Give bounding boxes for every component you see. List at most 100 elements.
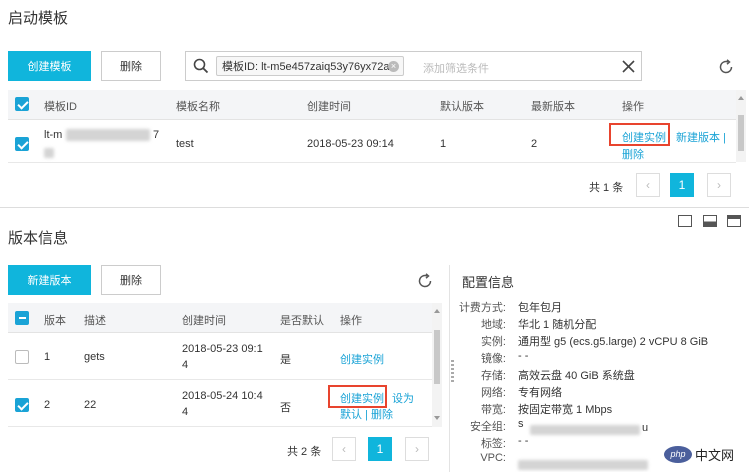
search-icon — [193, 58, 209, 74]
select-all-versions-checkbox[interactable] — [15, 311, 29, 325]
config-value: 按固定带宽 1 Mbps — [518, 404, 613, 416]
version-is-default: 是 — [280, 354, 291, 366]
config-title: 配置信息 — [462, 275, 515, 290]
config-value: 华北 1 随机分配 — [518, 319, 597, 331]
page-1-button[interactable]: 1 — [368, 437, 392, 461]
config-value: - - — [518, 350, 529, 362]
section-divider — [0, 207, 749, 208]
next-page-button[interactable]: › — [707, 173, 731, 197]
col-default-version: 默认版本 — [440, 101, 484, 113]
masked-template-id — [66, 129, 150, 141]
filter-bar[interactable]: 模板ID: lt-m5e457zaiq53y76yx72a × 添加筛选条件 — [185, 51, 642, 81]
masked-template-id-line2 — [44, 148, 54, 158]
splitter-handle-icon[interactable] — [451, 360, 454, 382]
tag-close-icon[interactable]: × — [388, 61, 399, 72]
col-version: 版本 — [44, 315, 66, 327]
select-all-checkbox[interactable] — [15, 97, 29, 111]
watermark-logo: php 中文网 — [664, 445, 734, 464]
template-id: lt-m — [44, 129, 63, 141]
new-version-button[interactable]: 新建版本 — [8, 265, 91, 295]
version-number: 2 — [44, 399, 51, 411]
col-actions: 操作 — [622, 101, 644, 113]
filter-input[interactable]: 添加筛选条件 — [423, 60, 489, 76]
col-is-default: 是否默认 — [280, 315, 324, 327]
delete-template-link[interactable]: 删除 — [622, 146, 644, 162]
row-checkbox[interactable] — [15, 398, 29, 412]
version-created: 2018-05-24 10:4 — [182, 390, 263, 402]
version-created-wrap: 4 — [182, 359, 189, 371]
config-value: 通用型 g5 (ecs.g5.large) 2 vCPU 8 GiB — [518, 336, 709, 348]
php-badge-icon: php — [664, 446, 692, 463]
layout-bottom-icon[interactable] — [727, 215, 741, 227]
config-key: 标签: — [480, 438, 506, 450]
template-id-suffix: 7 — [153, 129, 160, 141]
security-group-suffix: u — [642, 422, 649, 434]
col-template-id: 模板ID — [44, 101, 77, 113]
versions-refresh-icon[interactable] — [417, 273, 433, 289]
version-description: 22 — [84, 399, 97, 411]
col-template-name: 模板名称 — [176, 101, 220, 113]
config-key: 实例: — [480, 336, 506, 348]
page-1-button[interactable]: 1 — [670, 173, 694, 197]
filter-tag-label: 模板ID: lt-m5e457zaiq53y76yx72a — [222, 61, 390, 73]
template-created: 2018-05-23 09:14 — [307, 138, 394, 150]
config-key: VPC: — [480, 452, 506, 464]
row-checkbox[interactable] — [15, 137, 29, 151]
version-info-title: 版本信息 — [8, 230, 69, 247]
config-value: 高效云盘 40 GiB 系统盘 — [518, 370, 635, 382]
default-delete-link[interactable]: 默认 | 删除 — [340, 406, 393, 422]
row-checkbox[interactable] — [15, 350, 29, 364]
config-key: 安全组: — [469, 421, 506, 433]
masked-security-group — [530, 425, 640, 435]
filter-tag[interactable]: 模板ID: lt-m5e457zaiq53y76yx72a × — [216, 56, 404, 76]
version-number: 1 — [44, 351, 51, 363]
config-key: 存储: — [480, 370, 506, 382]
config-key: 带宽: — [480, 404, 506, 416]
config-value: 专有网络 — [518, 387, 562, 399]
layout-top-icon[interactable] — [678, 215, 692, 227]
next-page-button[interactable]: › — [405, 437, 429, 461]
template-latest-version: 2 — [531, 138, 538, 150]
config-value: s — [518, 418, 524, 430]
delete-version-button[interactable]: 删除 — [101, 265, 161, 295]
col-latest-version: 最新版本 — [531, 101, 575, 113]
templates-total: 共 1 条 — [589, 182, 624, 194]
watermark-text: 中文网 — [695, 448, 735, 463]
versions-scrollbar[interactable] — [432, 303, 442, 427]
versions-total: 共 2 条 — [287, 446, 322, 458]
version-created-wrap: 4 — [182, 406, 189, 418]
panel-splitter[interactable] — [449, 265, 450, 472]
config-key: 地域: — [480, 319, 506, 331]
prev-page-button[interactable]: ‹ — [332, 437, 356, 461]
refresh-icon[interactable] — [718, 59, 734, 75]
highlight-box — [609, 123, 670, 146]
version-created: 2018-05-23 09:1 — [182, 343, 263, 355]
scroll-up-icon[interactable] — [738, 96, 744, 100]
config-key: 计费方式: — [458, 302, 506, 314]
config-value: - - — [518, 435, 529, 447]
scroll-down-icon[interactable] — [434, 416, 440, 420]
config-value: 包年包月 — [518, 302, 562, 314]
templates-scrollbar[interactable] — [736, 90, 746, 162]
create-template-button[interactable]: 创建模板 — [8, 51, 91, 81]
table-row[interactable]: 1 gets 2018-05-23 09:1 4 是 创建实例 — [8, 334, 432, 380]
col-created: 创建时间 — [307, 101, 351, 113]
col-description: 描述 — [84, 315, 106, 327]
layout-split-icon[interactable] — [703, 215, 717, 227]
scroll-thumb[interactable] — [434, 330, 440, 384]
scroll-thumb[interactable] — [738, 115, 744, 151]
set-default-link[interactable]: 设为 — [392, 390, 414, 406]
clear-filter-icon[interactable] — [622, 60, 635, 73]
create-instance-link[interactable]: 创建实例 — [340, 351, 384, 367]
templates-title: 启动模板 — [8, 10, 69, 27]
scroll-up-icon[interactable] — [434, 309, 440, 313]
template-default-version: 1 — [440, 138, 447, 150]
config-key: 镜像: — [480, 353, 506, 365]
highlight-box — [328, 385, 387, 408]
new-version-link[interactable]: 新建版本 | — [676, 129, 726, 145]
prev-page-button[interactable]: ‹ — [636, 173, 660, 197]
version-is-default: 否 — [280, 402, 291, 414]
masked-vpc — [518, 460, 648, 470]
template-name: test — [176, 138, 194, 150]
delete-template-button[interactable]: 删除 — [101, 51, 161, 81]
